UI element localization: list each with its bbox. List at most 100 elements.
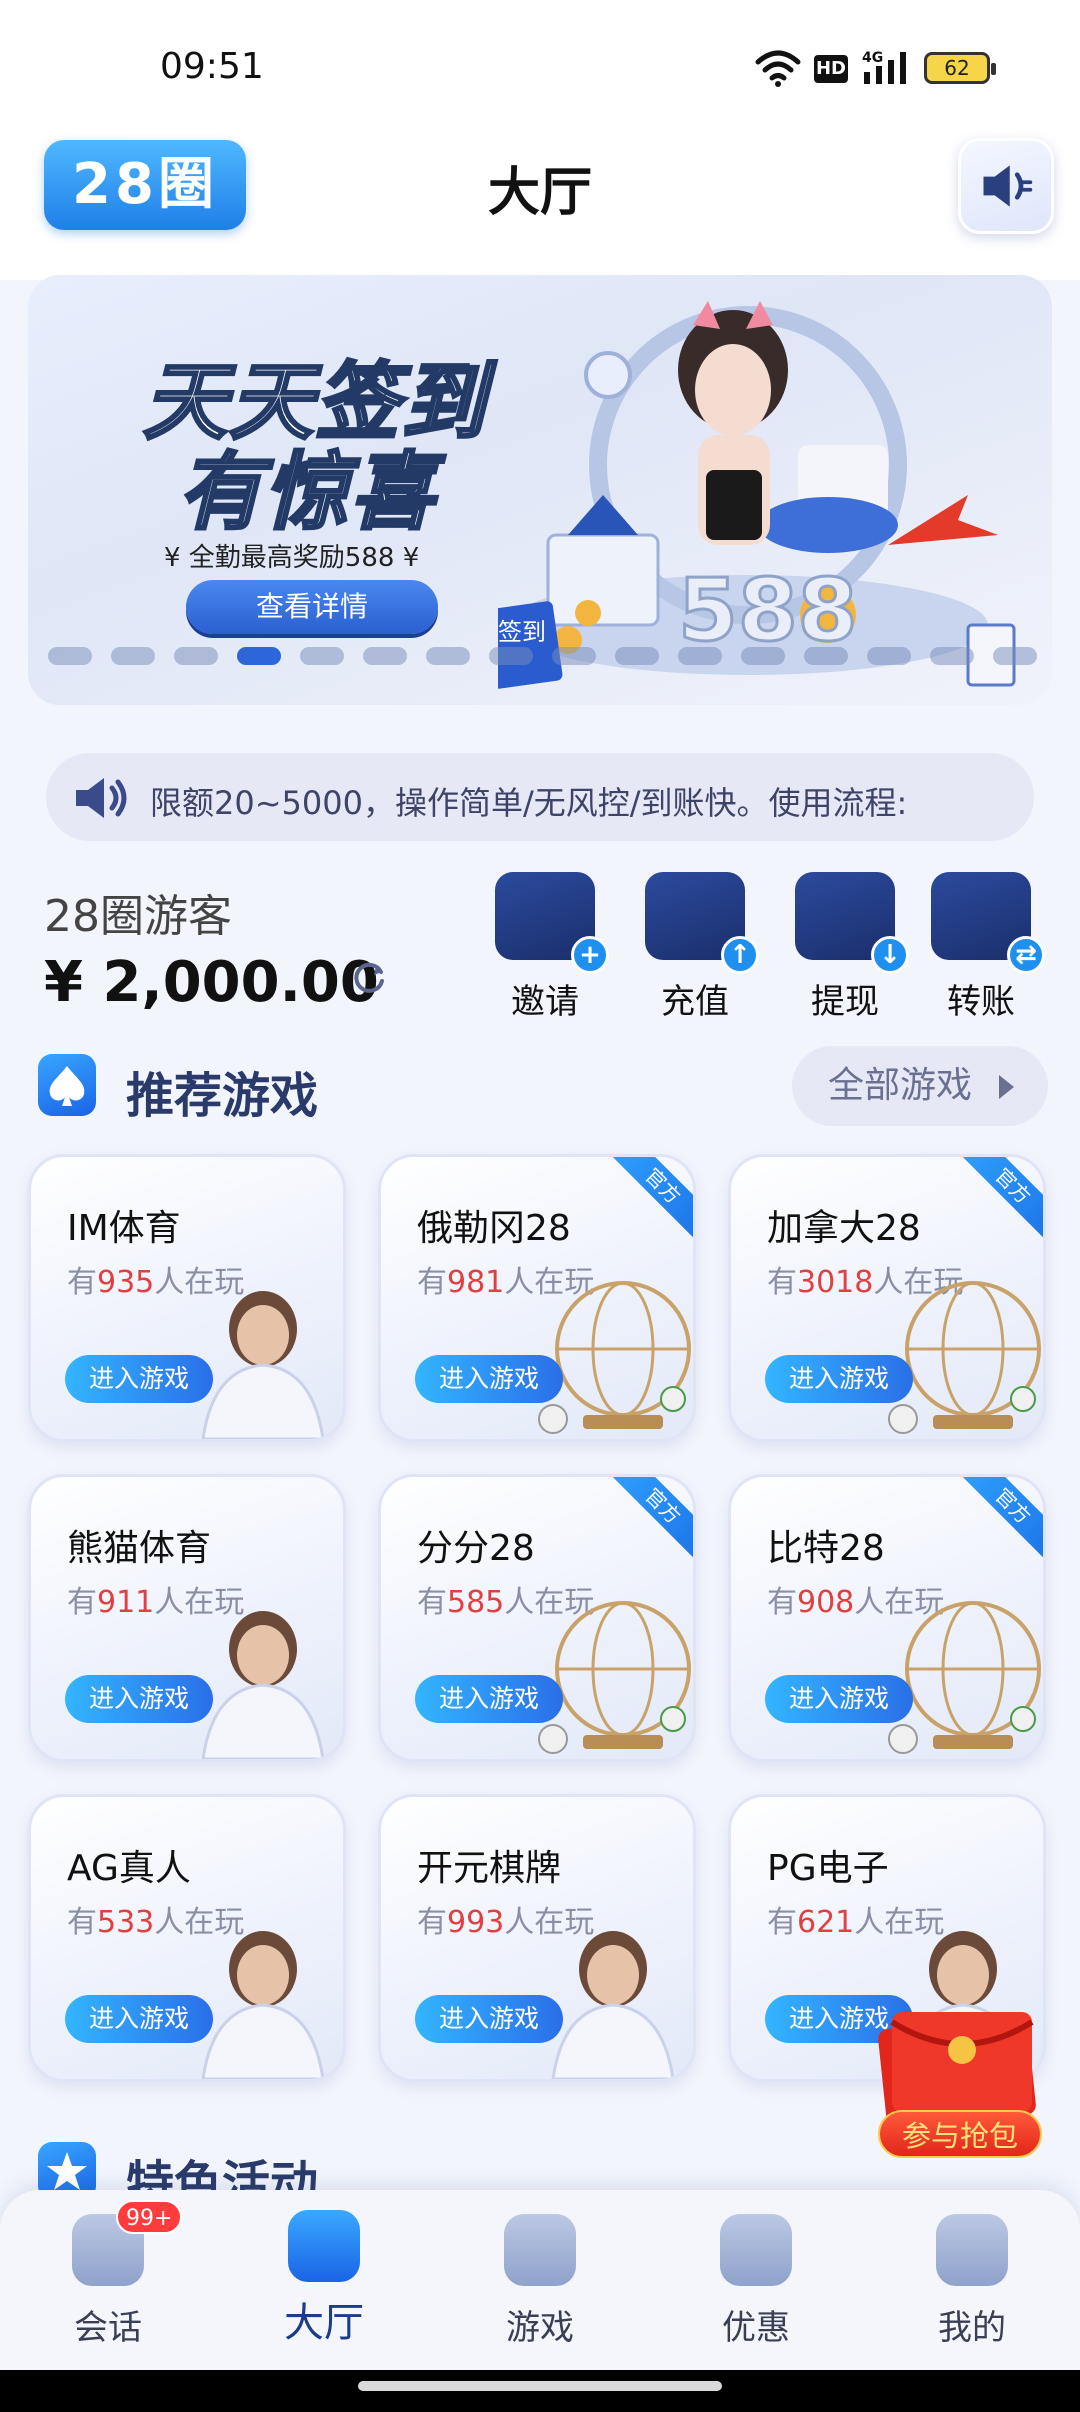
all-games-label: 全部游戏 bbox=[828, 1065, 973, 1106]
home-indicator[interactable] bbox=[358, 2381, 722, 2391]
game-character-image bbox=[201, 1931, 325, 2079]
promos-icon bbox=[720, 2214, 792, 2286]
game-card[interactable]: 分分28 有585人在玩 进入游戏 官方 bbox=[378, 1474, 696, 1762]
official-ribbon: 官方 bbox=[952, 1157, 1043, 1247]
player-count-number: 981 bbox=[447, 1265, 505, 1300]
system-nav-bar bbox=[0, 2370, 1080, 2412]
enter-game-button[interactable]: 进入游戏 bbox=[65, 1995, 213, 2043]
game-card[interactable]: 熊猫体育 有911人在玩 进入游戏 bbox=[28, 1474, 346, 1762]
game-card[interactable]: AG真人 有533人在玩 进入游戏 bbox=[28, 1794, 346, 2082]
refresh-icon[interactable] bbox=[350, 958, 388, 996]
banner-dot[interactable] bbox=[111, 647, 155, 665]
recharge-badge-icon: ↑ bbox=[721, 936, 759, 974]
banner-dot[interactable] bbox=[237, 647, 281, 665]
game-name: 比特28 bbox=[767, 1528, 885, 1569]
game-card[interactable]: 开元棋牌 有993人在玩 进入游戏 bbox=[378, 1794, 696, 2082]
enter-game-button[interactable]: 进入游戏 bbox=[765, 1355, 913, 1403]
official-ribbon: 官方 bbox=[952, 1477, 1043, 1567]
game-card[interactable]: 加拿大28 有3018人在玩 进入游戏 官方 bbox=[728, 1154, 1046, 1442]
enter-game-button[interactable]: 进入游戏 bbox=[415, 1995, 563, 2043]
banner-pagination[interactable] bbox=[48, 647, 1038, 667]
game-card[interactable]: 俄勒冈28 有981人在玩 进入游戏 官方 bbox=[378, 1154, 696, 1442]
withdraw-icon: ↓ bbox=[795, 872, 909, 974]
recharge-label: 充值 bbox=[661, 982, 729, 1022]
section-title-recommended: 推荐游戏 bbox=[126, 1068, 319, 1124]
banner-dot[interactable] bbox=[867, 647, 911, 665]
banner-dot[interactable] bbox=[804, 647, 848, 665]
banner-dot[interactable] bbox=[552, 647, 596, 665]
game-name: 加拿大28 bbox=[767, 1208, 921, 1249]
banner-dot[interactable] bbox=[300, 647, 344, 665]
banner-dot[interactable] bbox=[48, 647, 92, 665]
banner-dot[interactable] bbox=[993, 647, 1037, 665]
player-count-prefix: 有 bbox=[67, 1585, 97, 1620]
wifi-icon bbox=[755, 50, 801, 87]
banner-dot[interactable] bbox=[489, 647, 533, 665]
enter-game-button[interactable]: 进入游戏 bbox=[415, 1675, 563, 1723]
game-name: 俄勒冈28 bbox=[417, 1208, 571, 1249]
banner-headline-2: 有惊喜 bbox=[176, 442, 437, 543]
recharge-icon: ↑ bbox=[645, 872, 759, 974]
transfer-button[interactable]: ⇄ 转账 bbox=[926, 872, 1045, 1023]
tab-lobby[interactable]: 大厅 bbox=[244, 2210, 404, 2348]
invite-label: 邀请 bbox=[511, 982, 579, 1022]
withdraw-button[interactable]: ↓ 提现 bbox=[790, 872, 909, 1023]
invite-badge-icon: + bbox=[571, 936, 609, 974]
banner-dot[interactable] bbox=[363, 647, 407, 665]
tab-label: 大厅 bbox=[284, 2300, 364, 2346]
tab-label: 我的 bbox=[938, 2308, 1006, 2348]
tab-promos[interactable]: 优惠 bbox=[676, 2214, 836, 2349]
banner-dot[interactable] bbox=[426, 647, 470, 665]
sound-toggle-button[interactable] bbox=[958, 138, 1054, 234]
promo-banner[interactable]: 天天签到 有惊喜 ¥ 全勤最高奖励588 ¥ 查看详情 588 签到 bbox=[28, 275, 1052, 705]
player-count-number: 993 bbox=[447, 1905, 505, 1940]
red-packet-join-label[interactable]: 参与抢包 bbox=[878, 2110, 1042, 2158]
withdraw-badge-icon: ↓ bbox=[871, 936, 909, 974]
banner-dot[interactable] bbox=[678, 647, 722, 665]
enter-game-button[interactable]: 进入游戏 bbox=[765, 1675, 913, 1723]
page-title: 大厅 bbox=[487, 163, 592, 223]
player-count-prefix: 有 bbox=[767, 1265, 797, 1300]
tab-games[interactable]: 游戏 bbox=[460, 2214, 620, 2349]
game-card[interactable]: IM体育 有935人在玩 进入游戏 bbox=[28, 1154, 346, 1442]
recharge-button[interactable]: ↑ 充值 bbox=[640, 872, 759, 1023]
chat-icon: 99+ bbox=[72, 2200, 183, 2286]
tab-chat[interactable]: 99+ 会话 bbox=[28, 2200, 188, 2349]
enter-game-button[interactable]: 进入游戏 bbox=[65, 1675, 213, 1723]
player-count-prefix: 有 bbox=[417, 1585, 447, 1620]
banner-details-button[interactable]: 查看详情 bbox=[186, 580, 438, 634]
player-count-number: 908 bbox=[797, 1585, 855, 1620]
all-games-button[interactable]: 全部游戏 bbox=[792, 1046, 1048, 1126]
banner-dot[interactable] bbox=[174, 647, 218, 665]
tab-profile[interactable]: 我的 bbox=[892, 2214, 1052, 2349]
game-name: IM体育 bbox=[67, 1208, 181, 1249]
banner-dot[interactable] bbox=[741, 647, 785, 665]
transfer-icon: ⇄ bbox=[931, 872, 1045, 974]
lottery-cage-icon bbox=[888, 1601, 1041, 1754]
player-count-prefix: 有 bbox=[67, 1265, 97, 1300]
game-name: PG电子 bbox=[767, 1848, 889, 1889]
hd-icon: HD bbox=[814, 55, 848, 83]
game-character-image bbox=[201, 1291, 325, 1439]
enter-game-button[interactable]: 进入游戏 bbox=[415, 1355, 563, 1403]
game-name: 分分28 bbox=[417, 1528, 535, 1569]
banner-dot[interactable] bbox=[615, 647, 659, 665]
game-name: AG真人 bbox=[67, 1848, 191, 1889]
game-card[interactable]: 比特28 有908人在玩 进入游戏 官方 bbox=[728, 1474, 1046, 1762]
banner-dot[interactable] bbox=[930, 647, 974, 665]
banner-illustration: 588 签到 bbox=[498, 301, 1016, 689]
game-name: 熊猫体育 bbox=[67, 1528, 212, 1569]
user-name: 28圈游客 bbox=[44, 891, 232, 942]
enter-game-button[interactable]: 进入游戏 bbox=[65, 1355, 213, 1403]
player-count-number: 585 bbox=[447, 1585, 505, 1620]
withdraw-label: 提现 bbox=[811, 982, 879, 1022]
player-count-prefix: 有 bbox=[417, 1905, 447, 1940]
banner-subtitle: ¥ 全勤最高奖励588 ¥ bbox=[164, 543, 420, 573]
invite-button[interactable]: + 邀请 bbox=[490, 872, 609, 1023]
tab-label: 优惠 bbox=[722, 2308, 790, 2348]
game-character-image bbox=[201, 1611, 325, 1759]
play-arrow-icon bbox=[999, 1075, 1015, 1099]
official-ribbon: 官方 bbox=[602, 1157, 693, 1247]
tab-label: 游戏 bbox=[506, 2308, 574, 2348]
game-name: 开元棋牌 bbox=[417, 1848, 562, 1889]
